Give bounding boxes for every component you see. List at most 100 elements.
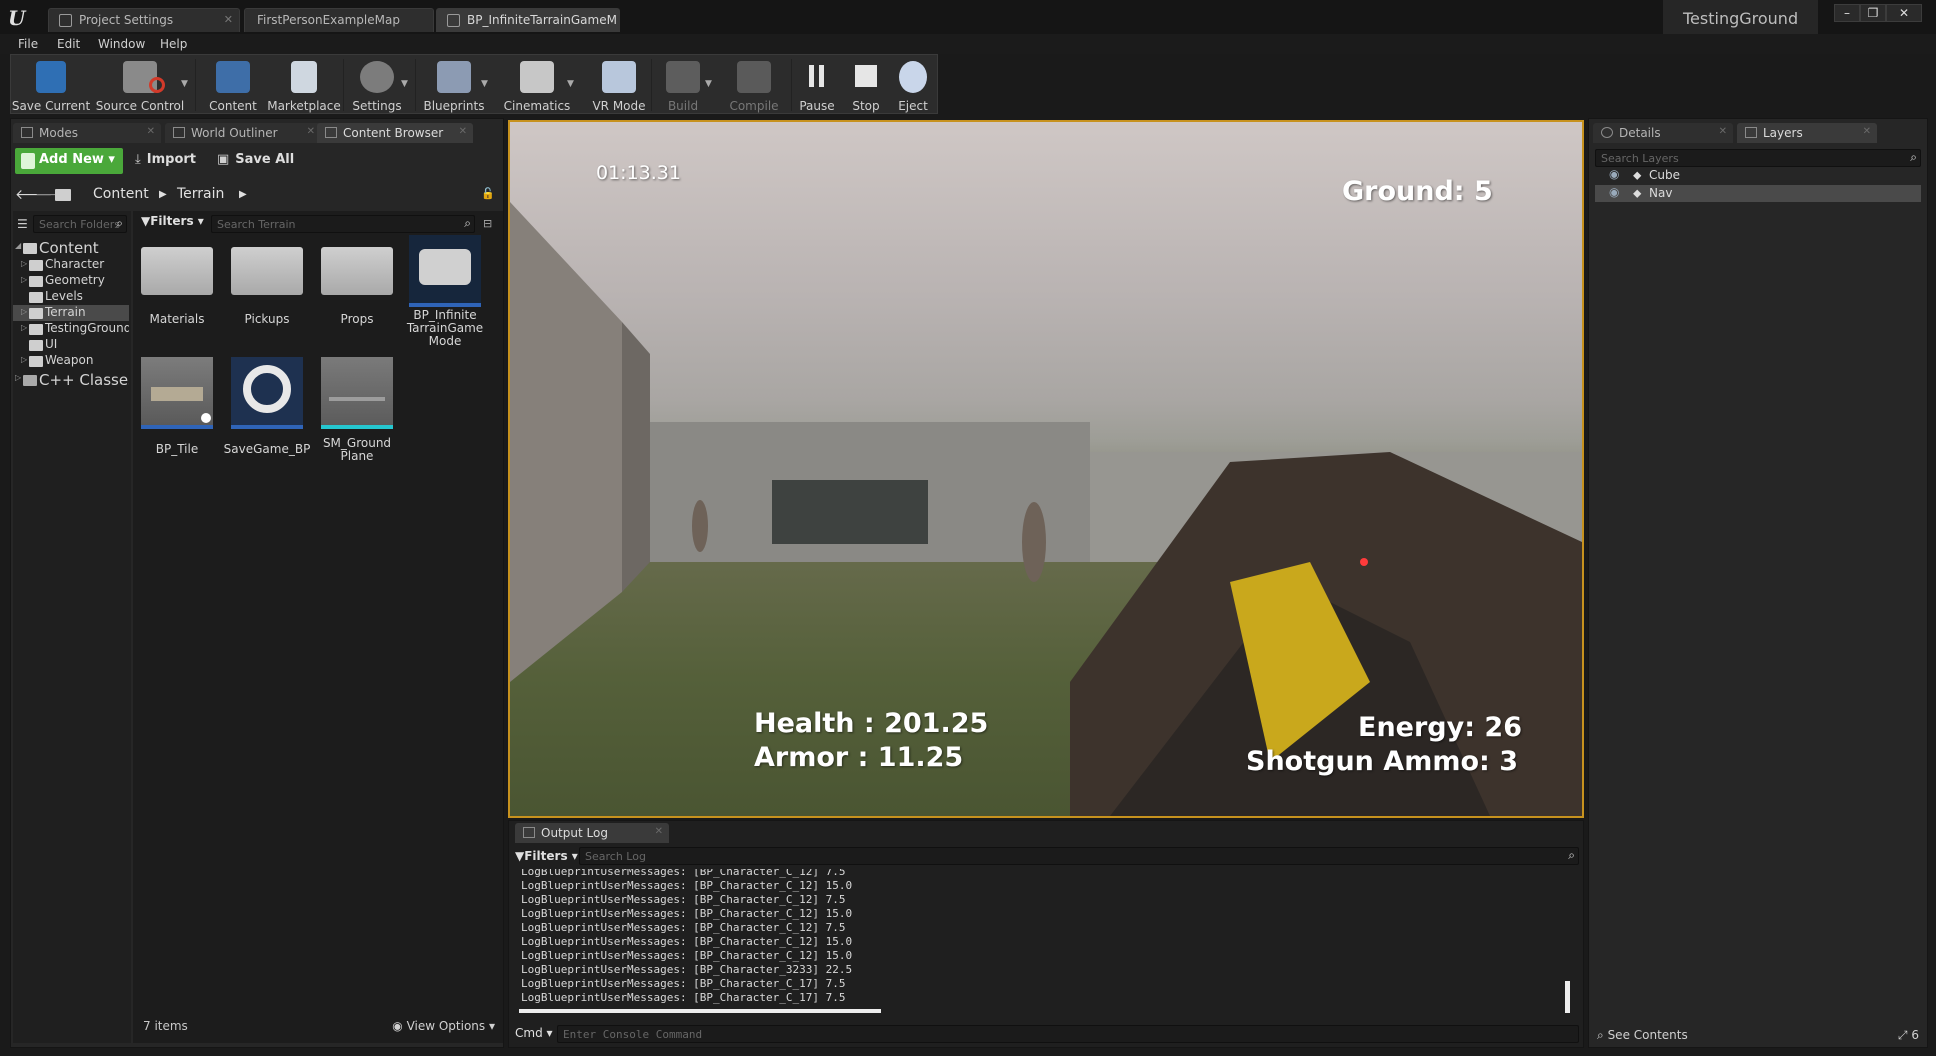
left-wall <box>510 202 622 682</box>
layers-icon <box>1745 127 1757 138</box>
layer-row-nav[interactable]: ◉ ⬥ Nav <box>1595 185 1921 202</box>
blueprints-button[interactable]: Blueprints <box>417 55 491 115</box>
chevron-down-icon[interactable]: ▼ <box>705 79 715 89</box>
search-log-input[interactable]: Search Log ⌕ <box>579 847 1579 865</box>
eye-icon[interactable]: ◉ <box>1609 167 1619 181</box>
menu-file[interactable]: File <box>18 37 38 51</box>
health-label: Health : 201.25 <box>754 708 989 739</box>
breadcrumb-content[interactable]: Content <box>93 186 149 202</box>
compile-icon <box>737 61 771 93</box>
log-line: LogBlueprintUserMessages: [BP_Character_… <box>521 879 853 892</box>
sources-toggle-icon[interactable]: ☰ <box>17 217 28 231</box>
tree-item-cpp-classes[interactable]: ▷ C++ Classes <box>13 371 129 389</box>
unreal-logo-icon[interactable]: U <box>8 6 32 30</box>
search-icon: ⌕ <box>116 216 123 230</box>
tab-blueprint[interactable]: BP_InfiniteTarrainGameM <box>436 8 620 32</box>
build-button[interactable]: Build <box>653 55 713 115</box>
chevron-down-icon[interactable]: ▼ <box>181 79 191 89</box>
layer-row-cube[interactable]: ◉ ⬥ Cube <box>1595 167 1921 184</box>
close-icon[interactable]: ✕ <box>655 826 663 837</box>
lock-icon[interactable]: 🔓 <box>481 187 495 200</box>
asset-folder-pickups[interactable]: Pickups <box>227 235 307 331</box>
blueprint-icon <box>447 14 460 27</box>
tree-item-ui[interactable]: UI <box>13 337 129 353</box>
add-new-button[interactable]: Add New ▾ <box>15 148 123 174</box>
folder-icon <box>29 276 43 287</box>
tree-item-geometry[interactable]: ▷ Geometry <box>13 273 129 289</box>
save-all-button[interactable]: ▣ Save All <box>217 152 294 167</box>
folder-icon <box>23 243 37 254</box>
stop-button[interactable]: Stop <box>843 55 889 115</box>
tab-project-settings[interactable]: Project Settings ✕ <box>48 8 240 32</box>
chevron-down-icon[interactable]: ▼ <box>567 79 577 89</box>
save-search-icon[interactable]: ⊟ <box>483 217 492 230</box>
log-line: LogBlueprintUserMessages: [BP_Character_… <box>521 907 853 920</box>
tree-item-terrain[interactable]: ▷ Terrain <box>13 305 129 321</box>
asset-sm-ground-plane[interactable]: SM_Ground Plane <box>317 357 397 467</box>
log-line: LogBlueprintUserMessages: [BP_Character_… <box>521 977 846 990</box>
content-button[interactable]: Content <box>201 55 265 115</box>
tree-item-testingground[interactable]: ▷ TestingGround <box>13 321 129 337</box>
breadcrumb-terrain[interactable]: Terrain <box>177 186 224 202</box>
tab-label: Project Settings <box>79 13 174 27</box>
horizontal-scrollbar[interactable] <box>519 1009 881 1013</box>
close-icon[interactable]: ✕ <box>224 13 233 26</box>
see-contents-button[interactable]: ⌕ See Contents <box>1597 1028 1688 1043</box>
tree-item-levels[interactable]: Levels <box>13 289 129 305</box>
vr-mode-button[interactable]: VR Mode <box>579 55 659 115</box>
close-window-button[interactable]: ✕ <box>1886 4 1922 22</box>
menu-help[interactable]: Help <box>160 37 187 51</box>
tab-level-map[interactable]: FirstPersonExampleMap <box>244 8 434 32</box>
tab-modes[interactable]: Modes ✕ <box>13 123 161 143</box>
save-current-button[interactable]: Save Current <box>11 55 91 115</box>
tree-item-weapon[interactable]: ▷ Weapon <box>13 353 129 369</box>
close-icon[interactable]: ✕ <box>1863 126 1871 137</box>
asset-bp-tile[interactable]: BP_Tile <box>137 357 217 461</box>
source-control-button[interactable]: Source Control <box>93 55 187 115</box>
menu-window[interactable]: Window <box>98 37 145 51</box>
tab-content-browser[interactable]: Content Browser ✕ <box>317 123 473 143</box>
close-icon[interactable]: ✕ <box>459 126 467 137</box>
filters-button[interactable]: ▼Filters ▾ <box>141 214 204 228</box>
asset-bp-infinite-tarrain-game-mode[interactable]: BP_Infinite TarrainGame Mode <box>405 235 485 345</box>
folder-icon <box>29 324 43 335</box>
minimize-button[interactable]: – <box>1834 4 1860 22</box>
search-terrain-input[interactable]: Search Terrain ⌕ <box>211 215 475 233</box>
settings-button[interactable]: Settings <box>345 55 409 115</box>
search-folders-input[interactable]: Search Folders ⌕ <box>33 215 127 233</box>
eye-icon: ◉ <box>392 1019 403 1033</box>
tab-layers[interactable]: Layers ✕ <box>1737 123 1877 143</box>
cmd-dropdown[interactable]: Cmd ▾ <box>515 1026 553 1040</box>
close-icon[interactable]: ✕ <box>307 126 315 137</box>
pause-button[interactable]: Pause <box>793 55 841 115</box>
eye-icon[interactable]: ◉ <box>1609 185 1619 199</box>
marketplace-button[interactable]: Marketplace <box>265 55 343 115</box>
compile-button[interactable]: Compile <box>719 55 789 115</box>
layer-icon: ⬥ <box>1633 186 1642 200</box>
game-viewport[interactable]: 01:13.31 Ground: 5 Health : 201.25 Armor… <box>508 120 1584 818</box>
log-filters-button[interactable]: ▼Filters ▾ <box>515 849 578 863</box>
chevron-right-icon[interactable]: ▶ <box>239 189 247 200</box>
stop-icon <box>855 65 877 87</box>
view-options-button[interactable]: ◉ View Options ▾ <box>392 1019 495 1033</box>
chevron-down-icon[interactable]: ▼ <box>401 79 411 89</box>
tab-output-log[interactable]: Output Log ✕ <box>515 823 669 843</box>
import-button[interactable]: ⤓ Import <box>135 152 196 167</box>
asset-folder-props[interactable]: Props <box>317 235 397 331</box>
close-icon[interactable]: ✕ <box>147 126 155 137</box>
menu-edit[interactable]: Edit <box>57 37 80 51</box>
close-icon[interactable]: ✕ <box>1719 126 1727 137</box>
tab-world-outliner[interactable]: World Outliner ✕ <box>165 123 321 143</box>
tree-item-character[interactable]: ▷ Character <box>13 257 129 273</box>
tab-details[interactable]: Details ✕ <box>1593 123 1733 143</box>
asset-folder-materials[interactable]: Materials <box>137 235 217 331</box>
maximize-button[interactable]: ❐ <box>1860 4 1886 22</box>
search-layers-input[interactable]: Search Layers ⌕ <box>1595 149 1921 167</box>
eject-button[interactable]: Eject <box>889 55 937 115</box>
vertical-scrollbar[interactable] <box>1565 981 1570 1013</box>
chevron-down-icon[interactable]: ▼ <box>481 79 491 89</box>
items-count: 7 items <box>143 1019 188 1033</box>
asset-savegame-bp[interactable]: SaveGame_BP <box>224 357 310 461</box>
console-command-input[interactable]: Enter Console Command <box>557 1025 1579 1043</box>
tree-item-content[interactable]: ◢ Content <box>13 239 129 257</box>
